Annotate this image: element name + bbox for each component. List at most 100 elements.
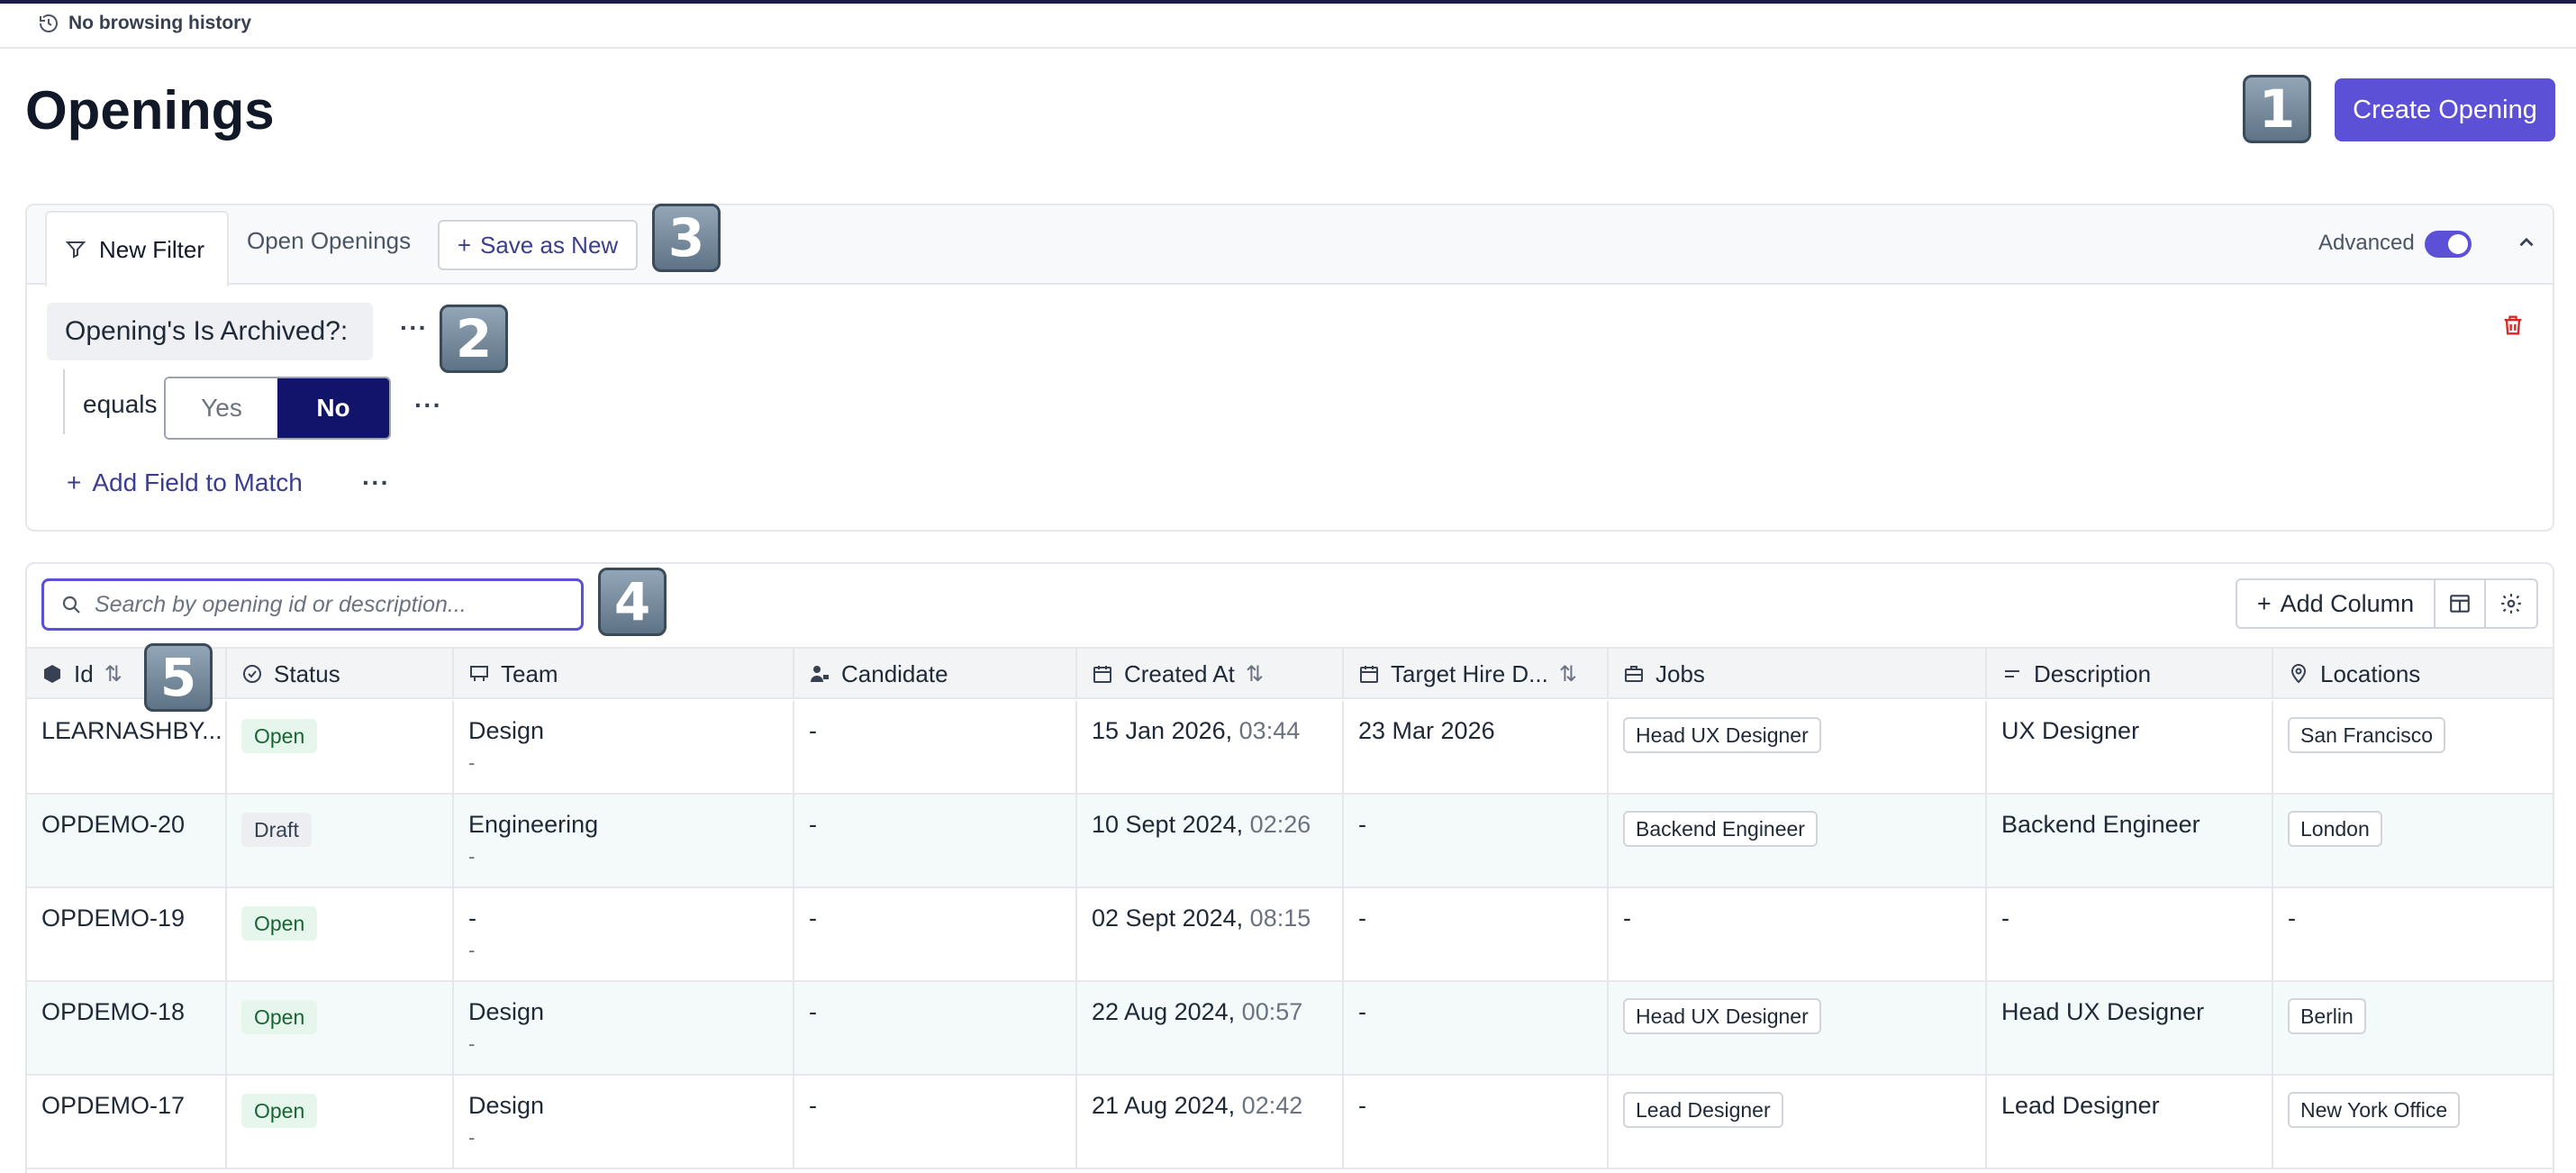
cell-id: LEARNASHBY...	[27, 701, 227, 793]
table-row[interactable]: LEARNASHBY... Open Design - - 15 Jan 2026, 03…	[27, 701, 2553, 795]
created-date: 15 Jan 2026,	[1092, 717, 1233, 744]
filter-field-chip[interactable]: Opening's Is Archived?:	[47, 303, 373, 360]
created-date: 10 Sept 2024,	[1092, 811, 1244, 838]
calendar-icon	[1360, 666, 1378, 683]
job-tag[interactable]: Backend Engineer	[1623, 811, 1818, 847]
team-name: Design	[468, 1092, 545, 1119]
advanced-toggle[interactable]	[2425, 231, 2472, 258]
opening-id[interactable]: OPDEMO-18	[41, 998, 185, 1026]
opening-id[interactable]: OPDEMO-17	[41, 1092, 185, 1120]
opening-id[interactable]: OPDEMO-20	[41, 811, 185, 839]
search-icon	[62, 596, 80, 614]
sort-icon[interactable]: ⇅	[1246, 661, 1264, 687]
add-column-button[interactable]: + Add Column	[2237, 580, 2435, 627]
cell-id: OPDEMO-20	[27, 795, 227, 887]
annotation-badge-4: 4	[598, 568, 667, 636]
description-value: -	[2001, 905, 2009, 932]
cell-id: OPDEMO-17	[27, 1076, 227, 1168]
column-header-status[interactable]: Status	[227, 649, 454, 699]
save-as-new-button[interactable]: + Save as New	[438, 220, 638, 270]
column-header-locations[interactable]: Locations	[2273, 649, 2553, 699]
cell-job: Head UX Designer	[1609, 701, 1987, 793]
created-time: 02:26	[1249, 811, 1311, 838]
column-label: Id	[74, 659, 94, 687]
columns-layout-icon[interactable]	[2435, 580, 2486, 627]
location-tag[interactable]: Berlin	[2288, 998, 2366, 1034]
location-tag[interactable]: London	[2288, 811, 2382, 847]
location-tag[interactable]: New York Office	[2288, 1092, 2461, 1128]
created-at-value: 15 Jan 2026, 03:44	[1092, 717, 1300, 745]
add-field-to-match-button[interactable]: + Add Field to Match	[67, 468, 303, 497]
chevron-up-icon[interactable]	[2515, 231, 2538, 260]
option-yes[interactable]: Yes	[166, 378, 277, 438]
cell-target: -	[1344, 888, 1609, 980]
column-header-team[interactable]: Team	[454, 649, 794, 699]
cell-id: OPDEMO-19	[27, 888, 227, 980]
created-time: 02:42	[1241, 1092, 1303, 1119]
search-box[interactable]	[41, 578, 584, 631]
job-tag[interactable]: Head UX Designer	[1623, 717, 1821, 753]
sort-icon[interactable]: ⇅	[104, 661, 122, 687]
openings-table-panel: 4 + Add Column Id ⇅ 5 Status Team Ca	[25, 562, 2554, 1173]
table-row[interactable]: OPDEMO-19 Open - - -02 Sept 2024, 08:15- - - -	[27, 888, 2553, 982]
created-time: 03:44	[1238, 717, 1301, 744]
add-field-more-button[interactable]: ···	[362, 468, 390, 497]
column-header-jobs[interactable]: Jobs	[1609, 649, 1987, 699]
cell-id: OPDEMO-18	[27, 982, 227, 1074]
search-input[interactable]	[95, 591, 563, 618]
cell-team: Design -	[454, 982, 794, 1074]
cell-created: 02 Sept 2024, 08:15	[1077, 888, 1344, 980]
cell-target: -	[1344, 795, 1609, 887]
column-label: Team	[501, 659, 558, 687]
created-time: 00:57	[1241, 998, 1303, 1025]
option-no[interactable]: No	[277, 378, 389, 438]
location-tag[interactable]: San Francisco	[2288, 717, 2446, 753]
cell-status: Open	[227, 1076, 454, 1168]
table-row[interactable]: OPDEMO-18 Open Design - - 22 Aug 2024, 00:57 -…	[27, 982, 2553, 1076]
cell-description: -	[1987, 888, 2273, 980]
tab-open-openings[interactable]: Open Openings	[247, 227, 411, 255]
cell-description: Head UX Designer	[1987, 982, 2273, 1074]
table-row[interactable]: OPDEMO-17 Open Design - - 21 Aug 2024, 02:42 -…	[27, 1076, 2553, 1169]
create-opening-button[interactable]: Create Opening	[2335, 78, 2555, 141]
column-header-target-hire-date[interactable]: Target Hire D... ⇅	[1344, 649, 1609, 699]
status-badge: Open	[241, 1094, 318, 1128]
plus-icon: +	[2256, 589, 2272, 617]
cell-description: UX Designer	[1987, 701, 2273, 793]
column-header-candidate[interactable]: Candidate	[794, 649, 1077, 699]
trash-icon[interactable]	[2500, 312, 2526, 339]
opening-id[interactable]: OPDEMO-19	[41, 905, 185, 932]
candidate-value: -	[809, 811, 817, 838]
opening-id[interactable]: LEARNASHBY...	[41, 717, 222, 745]
candidate-value: -	[809, 998, 817, 1025]
table-row[interactable]: OPDEMO-20 Draft Engineering - - 10 Sept 2024,…	[27, 795, 2553, 888]
cell-location: New York Office	[2273, 1076, 2553, 1168]
team-sub: -	[468, 1032, 476, 1055]
cell-team: Engineering -	[454, 795, 794, 887]
tab-new-filter[interactable]: New Filter	[45, 211, 229, 286]
team-name: Engineering	[468, 811, 599, 838]
history-icon	[40, 14, 58, 32]
annotation-badge-1: 1	[2243, 75, 2311, 143]
add-field-label: Add Field to Match	[92, 468, 303, 496]
advanced-label: Advanced	[2318, 231, 2415, 255]
cell-team: Design -	[454, 701, 794, 793]
job-tag[interactable]: Head UX Designer	[1623, 998, 1821, 1034]
cell-job: -	[1609, 888, 1987, 980]
column-header-description[interactable]: Description	[1987, 649, 2273, 699]
settings-gear-icon[interactable]	[2486, 580, 2536, 627]
job-tag[interactable]: Lead Designer	[1623, 1092, 1783, 1128]
history-text: No browsing history	[68, 13, 252, 33]
browsing-history[interactable]: No browsing history	[38, 13, 251, 34]
sort-icon[interactable]: ⇅	[1559, 661, 1577, 687]
plus-icon: +	[457, 231, 471, 259]
cell-location: Berlin	[2273, 982, 2553, 1074]
created-at-value: 21 Aug 2024, 02:42	[1092, 1092, 1302, 1120]
divider	[0, 47, 2576, 49]
cell-status: Open	[227, 888, 454, 980]
condition-more-button[interactable]: ···	[414, 391, 442, 420]
column-header-created-at[interactable]: Created At ⇅	[1077, 649, 1344, 699]
calendar-icon	[1093, 666, 1111, 683]
field-more-button[interactable]: ···	[400, 314, 428, 342]
cell-created: 15 Jan 2026, 03:44	[1077, 701, 1344, 793]
